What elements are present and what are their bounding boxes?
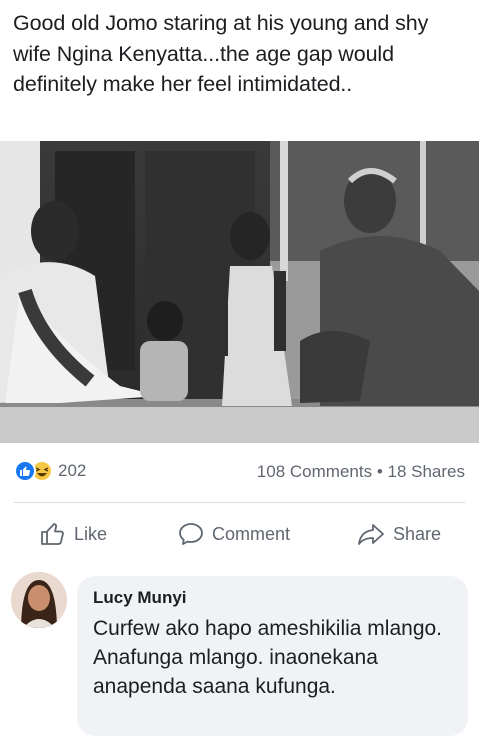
- profile-picture: [11, 572, 67, 628]
- comment-text: Curfew ako hapo ameshikilia mlango. Anaf…: [93, 617, 443, 698]
- post-photo[interactable]: [0, 141, 479, 443]
- divider: [14, 502, 465, 503]
- comment-bubble[interactable]: Lucy Munyi Curfew ako hapo ameshikilia m…: [77, 576, 468, 736]
- like-icon: [14, 460, 36, 482]
- speech-bubble-icon: [179, 523, 203, 545]
- comment-button[interactable]: Comment: [178, 515, 290, 553]
- like-button[interactable]: Like: [40, 515, 107, 553]
- share-arrow-icon: [358, 524, 384, 545]
- share-button[interactable]: Share: [357, 515, 441, 553]
- share-label: Share: [393, 523, 442, 544]
- comments-count[interactable]: 108 Comments: [257, 462, 372, 481]
- post-text: Good old Jomo staring at his young and s…: [13, 11, 429, 96]
- separator-dot: •: [376, 462, 383, 481]
- comment-author[interactable]: Lucy Munyi: [93, 588, 452, 608]
- reaction-count: 202: [58, 461, 87, 480]
- avatar[interactable]: [11, 572, 67, 628]
- comment-label: Comment: [212, 523, 291, 544]
- reaction-summary[interactable]: 202: [14, 460, 86, 482]
- thumbs-up-icon: [41, 523, 64, 545]
- reaction-stats-bar: 202 108 Comments • 18 Shares: [0, 456, 479, 490]
- comment-share-counts: 108 Comments • 18 Shares: [257, 462, 465, 482]
- like-label: Like: [74, 523, 108, 544]
- black-and-white-photo: [0, 141, 479, 443]
- post-actions-bar: Like Comment Share: [0, 515, 479, 553]
- shares-count[interactable]: 18 Shares: [388, 462, 466, 481]
